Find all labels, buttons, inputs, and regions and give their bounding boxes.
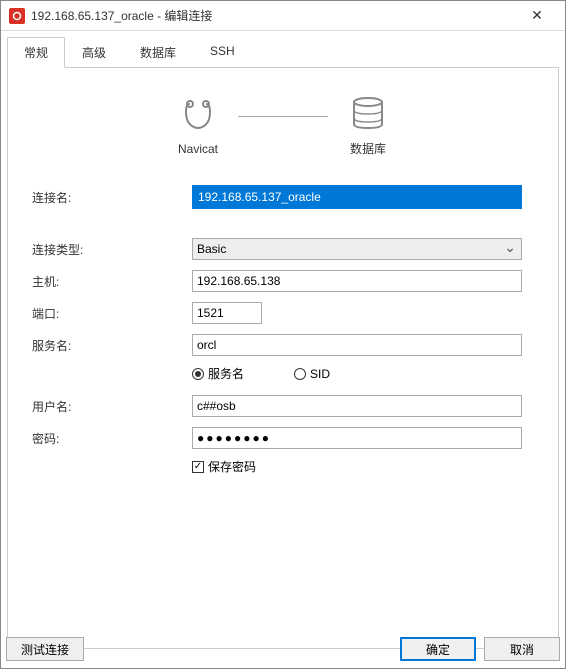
radio-sid-label: SID xyxy=(310,367,330,381)
connection-name-input[interactable] xyxy=(192,185,522,209)
service-name-label: 服务名: xyxy=(32,337,192,354)
app-icon xyxy=(9,8,25,24)
window-title: 192.168.65.137_oracle - 编辑连接 xyxy=(31,7,517,24)
close-button[interactable]: ✕ xyxy=(517,1,557,31)
tab-general[interactable]: 常规 xyxy=(7,37,65,68)
password-label: 密码: xyxy=(32,430,192,447)
navicat-icon xyxy=(178,98,218,134)
content: Navicat 数据库 连接名: 连接类型: Basic 主机: 端口: 服务名… xyxy=(7,67,559,649)
radio-service-label: 服务名 xyxy=(208,365,244,382)
connection-type-select[interactable]: Basic xyxy=(192,238,522,260)
diagram-database: 数据库 xyxy=(348,96,388,157)
port-input[interactable] xyxy=(192,302,262,324)
connection-type-label: 连接类型: xyxy=(32,241,192,258)
connection-name-label: 连接名: xyxy=(32,189,192,206)
save-password-label: 保存密码 xyxy=(208,458,256,475)
host-label: 主机: xyxy=(32,273,192,290)
radio-service-name[interactable]: 服务名 xyxy=(192,365,244,382)
username-input[interactable] xyxy=(192,395,522,417)
save-password-row[interactable]: ✓ 保存密码 xyxy=(192,458,534,475)
radio-sid[interactable]: SID xyxy=(294,365,330,382)
host-input[interactable] xyxy=(192,270,522,292)
password-input[interactable] xyxy=(192,427,522,449)
titlebar: 192.168.65.137_oracle - 编辑连接 ✕ xyxy=(1,1,565,31)
cancel-button[interactable]: 取消 xyxy=(484,637,560,661)
footer: 测试连接 确定 取消 xyxy=(0,629,566,669)
tab-advanced[interactable]: 高级 xyxy=(65,37,123,68)
tab-ssh[interactable]: SSH xyxy=(193,37,252,68)
ok-button[interactable]: 确定 xyxy=(400,637,476,661)
radio-sid-icon xyxy=(294,368,306,380)
service-name-input[interactable] xyxy=(192,334,522,356)
port-label: 端口: xyxy=(32,305,192,322)
save-password-checkbox[interactable]: ✓ xyxy=(192,461,204,473)
test-connection-button[interactable]: 测试连接 xyxy=(6,637,84,661)
connection-diagram: Navicat 数据库 xyxy=(32,96,534,157)
diagram-navicat-label: Navicat xyxy=(178,142,218,156)
database-icon xyxy=(348,96,388,132)
diagram-navicat: Navicat xyxy=(178,98,218,156)
tab-database[interactable]: 数据库 xyxy=(123,37,193,68)
tabs: 常规 高级 数据库 SSH xyxy=(7,37,559,68)
diagram-database-label: 数据库 xyxy=(350,140,386,157)
diagram-line xyxy=(238,116,328,117)
radio-service-icon xyxy=(192,368,204,380)
username-label: 用户名: xyxy=(32,398,192,415)
